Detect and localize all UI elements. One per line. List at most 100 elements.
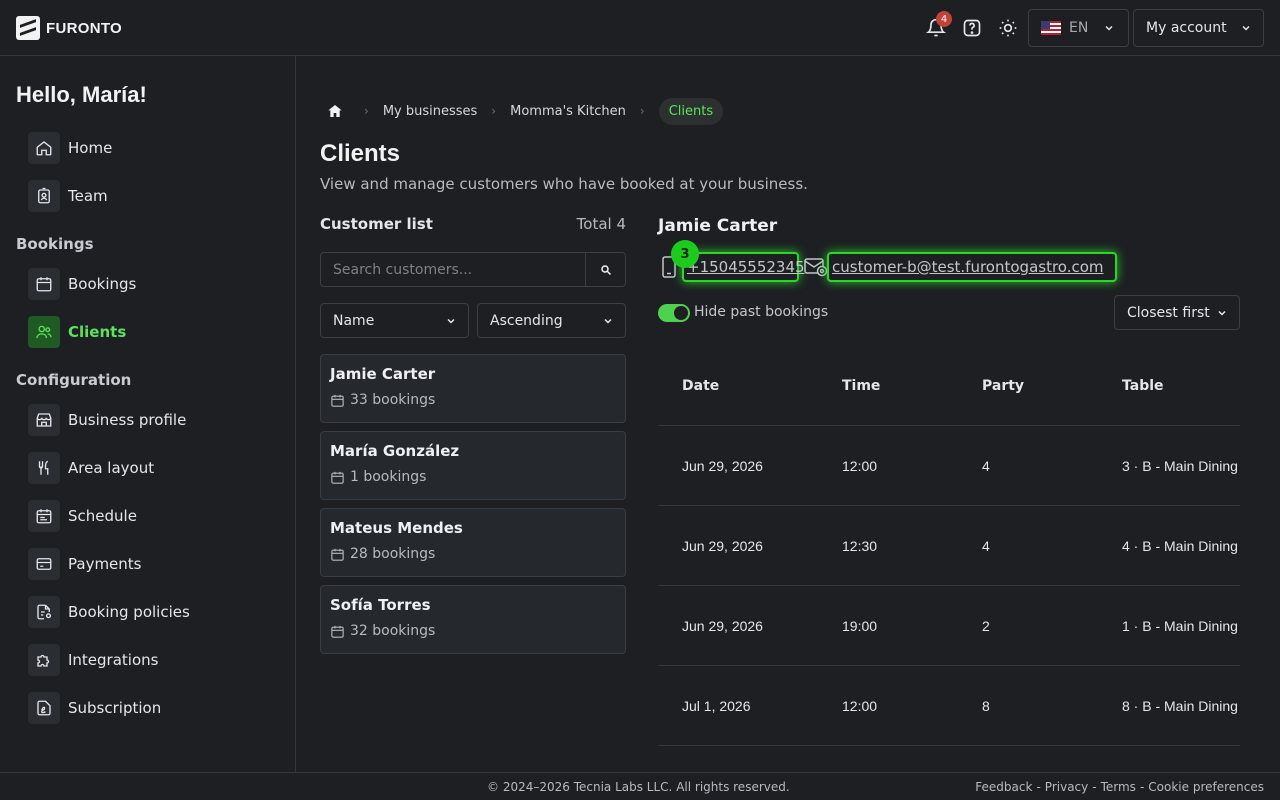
client-email-link[interactable]: customer-b@test.furontogastro.com xyxy=(827,252,1117,282)
my-account-button[interactable]: My account xyxy=(1133,9,1264,47)
table-row[interactable]: Jun 29, 2026 19:00 2 1 · B - Main Dining xyxy=(658,586,1240,666)
subscription-icon xyxy=(28,692,60,724)
customer-card[interactable]: María González 1 bookings xyxy=(320,431,626,500)
column-header-time[interactable]: Time xyxy=(818,378,958,394)
client-phone-link[interactable]: +15045552345 xyxy=(682,252,805,282)
calendar-icon xyxy=(331,548,344,561)
step-badge: 3 xyxy=(671,240,699,268)
calendar-icon xyxy=(331,471,344,484)
customer-name: Sofía Torres xyxy=(330,596,431,614)
sidebar-item-team[interactable]: Team xyxy=(28,180,108,212)
hide-past-toggle[interactable] xyxy=(658,304,690,322)
us-flag-icon xyxy=(1041,21,1061,35)
search-button[interactable] xyxy=(585,252,626,287)
customer-total: Total 4 xyxy=(576,215,626,233)
customer-search xyxy=(320,252,626,287)
puzzle-icon xyxy=(28,644,60,676)
sidebar-item-label: Subscription xyxy=(68,699,162,717)
bookings-count: 33 bookings xyxy=(350,392,436,408)
main-content: › My businesses › Momma's Kitchen › Clie… xyxy=(296,56,1280,772)
sidebar-item-label: Payments xyxy=(68,555,142,573)
booking-sort-select[interactable]: Closest first xyxy=(1114,295,1240,330)
theme-sun-icon[interactable] xyxy=(996,16,1020,40)
help-icon[interactable] xyxy=(960,16,984,40)
hide-past-label: Hide past bookings xyxy=(694,304,829,320)
sidebar-item-label: Schedule xyxy=(68,507,137,525)
page-description: View and manage customers who have booke… xyxy=(320,175,808,193)
table-row[interactable]: Jun 29, 2026 12:00 4 3 · B - Main Dining xyxy=(658,426,1240,506)
sidebar-item-booking-policies[interactable]: Booking policies xyxy=(28,596,190,628)
home-icon xyxy=(28,132,60,164)
column-header-table[interactable]: Table xyxy=(1098,378,1240,394)
cell-time: 12:00 xyxy=(842,457,878,474)
column-header-date[interactable]: Date xyxy=(658,378,818,394)
cell-table: 3 · B - Main Dining xyxy=(1122,457,1238,474)
chevron-right-icon: › xyxy=(364,104,369,118)
sidebar-item-schedule[interactable]: Schedule xyxy=(28,500,137,532)
customer-list-title: Customer list xyxy=(320,215,433,233)
sort-field-value: Name xyxy=(333,312,375,329)
cell-time: 12:00 xyxy=(842,697,878,714)
brand-logo[interactable]: FURONTO xyxy=(16,16,122,40)
greeting: Hello, María! xyxy=(16,82,147,107)
customer-card[interactable]: Jamie Carter 33 bookings xyxy=(320,354,626,423)
badge-icon xyxy=(28,180,60,212)
customer-list-header: Customer list Total 4 xyxy=(320,215,626,233)
chevron-right-icon: › xyxy=(491,104,497,118)
footer-link-terms[interactable]: Terms xyxy=(1101,780,1136,794)
account-label: My account xyxy=(1146,20,1227,36)
utensils-icon xyxy=(28,452,60,484)
cell-date: Jun 29, 2026 xyxy=(682,537,763,554)
sidebar: Hello, María! Home Team Bookings Booking… xyxy=(0,56,296,772)
sort-field-select[interactable]: Name xyxy=(320,303,469,338)
chevron-down-icon xyxy=(1105,25,1113,31)
search-input[interactable] xyxy=(320,252,585,287)
client-name: Jamie Carter xyxy=(658,216,778,236)
calendar-icon xyxy=(331,394,344,407)
sidebar-item-label: Business profile xyxy=(68,411,187,429)
bookings-count: 32 bookings xyxy=(350,623,436,639)
sidebar-item-label: Area layout xyxy=(68,459,155,477)
sidebar-item-business-profile[interactable]: Business profile xyxy=(28,404,186,436)
table-row[interactable]: Jul 1, 2026 12:00 8 8 · B - Main Dining xyxy=(658,666,1240,746)
customer-bookings: 28 bookings xyxy=(330,546,616,562)
breadcrumb-business[interactable]: Momma's Kitchen xyxy=(510,104,626,119)
sidebar-item-home[interactable]: Home xyxy=(28,132,112,164)
table-row[interactable]: Jun 29, 2026 12:30 4 4 · B - Main Dining xyxy=(658,506,1240,586)
cell-table: 1 · B - Main Dining xyxy=(1122,617,1238,634)
customer-bookings: 33 bookings xyxy=(330,392,616,408)
sidebar-item-label: Booking policies xyxy=(68,603,190,621)
sidebar-item-label: Team xyxy=(68,187,108,205)
breadcrumb-my-businesses[interactable]: My businesses xyxy=(383,104,477,119)
sort-order-select[interactable]: Ascending xyxy=(477,303,626,338)
footer-link-privacy[interactable]: Privacy xyxy=(1045,780,1088,794)
sidebar-item-area-layout[interactable]: Area layout xyxy=(28,452,154,484)
customer-name: María González xyxy=(330,442,460,460)
cell-table: 8 · B - Main Dining xyxy=(1122,697,1238,714)
column-header-party[interactable]: Party xyxy=(958,378,1098,394)
policy-icon xyxy=(28,596,60,628)
cell-party: 4 xyxy=(982,537,990,554)
cell-date: Jun 29, 2026 xyxy=(682,457,763,474)
sidebar-item-clients[interactable]: Clients xyxy=(28,316,126,348)
sidebar-item-label: Clients xyxy=(68,323,127,341)
customer-bookings: 1 bookings xyxy=(330,469,616,485)
footer-link-feedback[interactable]: Feedback xyxy=(975,780,1032,794)
footer-links: Feedback - Privacy - Terms - Cookie pref… xyxy=(975,780,1264,794)
chevron-down-icon xyxy=(604,318,612,324)
footer-link-cookies[interactable]: Cookie preferences xyxy=(1148,780,1264,794)
sidebar-item-subscription[interactable]: Subscription xyxy=(28,692,161,724)
cell-party: 8 xyxy=(982,697,990,714)
customer-card[interactable]: Mateus Mendes 28 bookings xyxy=(320,508,626,577)
bookings-count: 28 bookings xyxy=(350,546,436,562)
top-bar: FURONTO 4 EN My account xyxy=(0,0,1280,56)
sidebar-item-bookings[interactable]: Bookings xyxy=(28,268,136,300)
chevron-down-icon xyxy=(1218,310,1226,316)
customer-card[interactable]: Sofía Torres 32 bookings xyxy=(320,585,626,654)
home-icon[interactable] xyxy=(320,103,350,119)
language-selector[interactable]: EN xyxy=(1028,9,1129,47)
cell-time: 12:30 xyxy=(842,537,878,554)
customer-name: Jamie Carter xyxy=(330,365,436,383)
sidebar-item-payments[interactable]: Payments xyxy=(28,548,141,580)
sidebar-item-integrations[interactable]: Integrations xyxy=(28,644,158,676)
